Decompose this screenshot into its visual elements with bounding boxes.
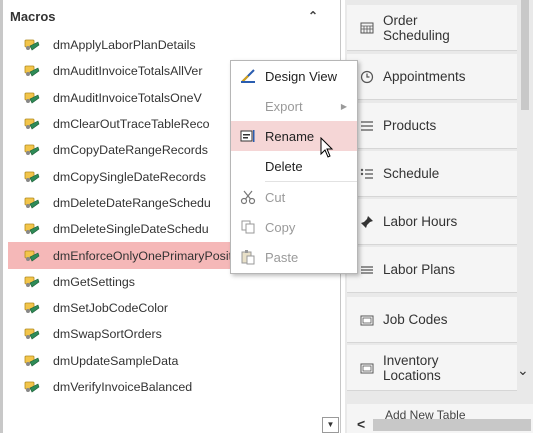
mouse-cursor-icon: [320, 137, 334, 158]
macro-item-label: dmAuditInvoiceTotalsAllVer: [53, 64, 203, 79]
macro-item-label: dmApplyLaborPlanDetails: [53, 38, 196, 53]
nav-button-schedule[interactable]: Schedule: [347, 151, 517, 197]
nav-button-label: Appointments: [383, 69, 466, 84]
macro-item-label: dmSetJobCodeColor: [53, 301, 169, 316]
nav-button-appointments[interactable]: Appointments: [347, 54, 517, 100]
macro-icon: [24, 301, 40, 315]
nav-button-label: Products: [383, 118, 437, 133]
rename-icon: [231, 128, 265, 144]
macro-icon: [24, 275, 40, 289]
nav-button-label: Order Scheduling: [383, 12, 450, 43]
copy-icon: [231, 219, 265, 235]
menu-item-label: Delete: [265, 158, 303, 174]
macro-item-label: dmCopyDateRangeRecords: [53, 143, 208, 158]
scroll-left-arrow-icon[interactable]: <: [357, 416, 365, 432]
nav-button-labor-hours[interactable]: Labor Hours: [347, 199, 517, 245]
menu-item-label: Design View: [265, 68, 338, 84]
menu-item-cut[interactable]: Cut: [231, 182, 357, 212]
macro-item-label: dmVerifyInvoiceBalanced: [53, 380, 193, 394]
menu-item-label: Export: [265, 98, 303, 114]
menu-item-paste[interactable]: Paste: [231, 242, 357, 272]
macro-item[interactable]: dmVerifyInvoiceBalanced: [8, 374, 320, 400]
menu-item-label: Paste: [265, 249, 299, 265]
macro-item-label: dmDeleteDateRangeSchedu: [53, 195, 211, 210]
macro-item-label: dmClearOutTraceTableReco: [53, 117, 210, 132]
nav-button-order-scheduling[interactable]: Order Scheduling: [347, 5, 517, 51]
macro-icon: [24, 64, 40, 78]
macro-icon: [24, 327, 40, 341]
design-view-icon: [231, 68, 265, 84]
macro-icon: [24, 170, 40, 184]
menu-item-export[interactable]: Export ▶: [231, 91, 357, 121]
paste-icon: [231, 249, 265, 265]
macro-item-label: dmDeleteSingleDateSchedu: [53, 222, 209, 237]
menu-item-rename[interactable]: Rename: [231, 121, 357, 151]
folder-icon: [351, 313, 383, 327]
nav-button-labor-plans[interactable]: Labor Plans: [347, 247, 517, 293]
group-header-label: Macros: [10, 9, 56, 24]
macro-icon: [24, 222, 40, 236]
chevron-down-icon[interactable]: ⌄: [517, 362, 529, 379]
macro-item-label: dmAuditInvoiceTotalsOneV: [53, 90, 202, 105]
macro-icon: [24, 196, 40, 210]
folder-icon: [351, 361, 383, 375]
macro-icon: [24, 91, 40, 105]
nav-button-label: Labor Hours: [383, 214, 458, 229]
macro-item[interactable]: dmSetJobCodeColor: [8, 295, 320, 321]
add-new-table-bar: Add New Table <: [347, 404, 533, 433]
pane-edge: [0, 0, 3, 433]
right-pane-scrollbar[interactable]: [521, 0, 529, 110]
macro-item[interactable]: dmSwapSortOrders: [8, 321, 320, 347]
macro-item-label: dmSwapSortOrders: [53, 327, 162, 342]
collapse-chevron-icon[interactable]: ⌃: [308, 9, 318, 23]
context-menu: Design View Export ▶ Rename Delete Cut Copy Pas…: [230, 60, 358, 274]
scissors-icon: [231, 189, 265, 205]
macro-icon: [24, 354, 40, 368]
menu-item-delete[interactable]: Delete: [231, 151, 357, 181]
menu-item-label: Copy: [265, 219, 296, 235]
macro-item[interactable]: dmApplyLaborPlanDetails: [8, 32, 320, 58]
horizontal-scrollbar[interactable]: [373, 419, 531, 431]
nav-button-label: Inventory Locations: [383, 352, 441, 383]
menu-item-copy[interactable]: Copy: [231, 212, 357, 242]
macro-icon: [24, 117, 40, 131]
macro-icon: [24, 249, 40, 263]
menu-item-label: Rename: [265, 128, 315, 144]
nav-button-inventory-locations[interactable]: Inventory Locations: [347, 345, 517, 391]
submenu-arrow-icon: ▶: [340, 101, 347, 111]
macro-icon: [24, 143, 40, 157]
nav-button-label: Schedule: [383, 166, 440, 181]
scroll-down-arrow-icon[interactable]: ▼: [322, 417, 339, 433]
menu-item-label: Cut: [265, 189, 286, 205]
calendar-grid-icon: [351, 21, 383, 35]
macro-item-label: dmEnforceOnlyOnePrimaryPosition: [53, 248, 249, 263]
nav-button-label: Labor Plans: [383, 262, 456, 277]
macro-item-label: dmUpdateSampleData: [53, 353, 179, 368]
macro-icon: [24, 38, 40, 52]
nav-button-label: Job Codes: [383, 312, 448, 327]
macro-icon: [24, 380, 40, 394]
macro-item-label: dmGetSettings: [53, 274, 135, 289]
nav-button-products[interactable]: Products: [347, 103, 517, 149]
navigation-buttons-pane: ⌄ Add New Table < Order Scheduling Appoin…: [345, 0, 533, 433]
menu-item-design-view[interactable]: Design View: [231, 61, 357, 91]
nav-button-job-codes[interactable]: Job Codes: [347, 297, 517, 343]
macro-item[interactable]: dmUpdateSampleData: [8, 348, 320, 374]
macro-item-label: dmCopySingleDateRecords: [53, 169, 206, 184]
group-header-macros[interactable]: Macros ⌃: [10, 9, 320, 27]
